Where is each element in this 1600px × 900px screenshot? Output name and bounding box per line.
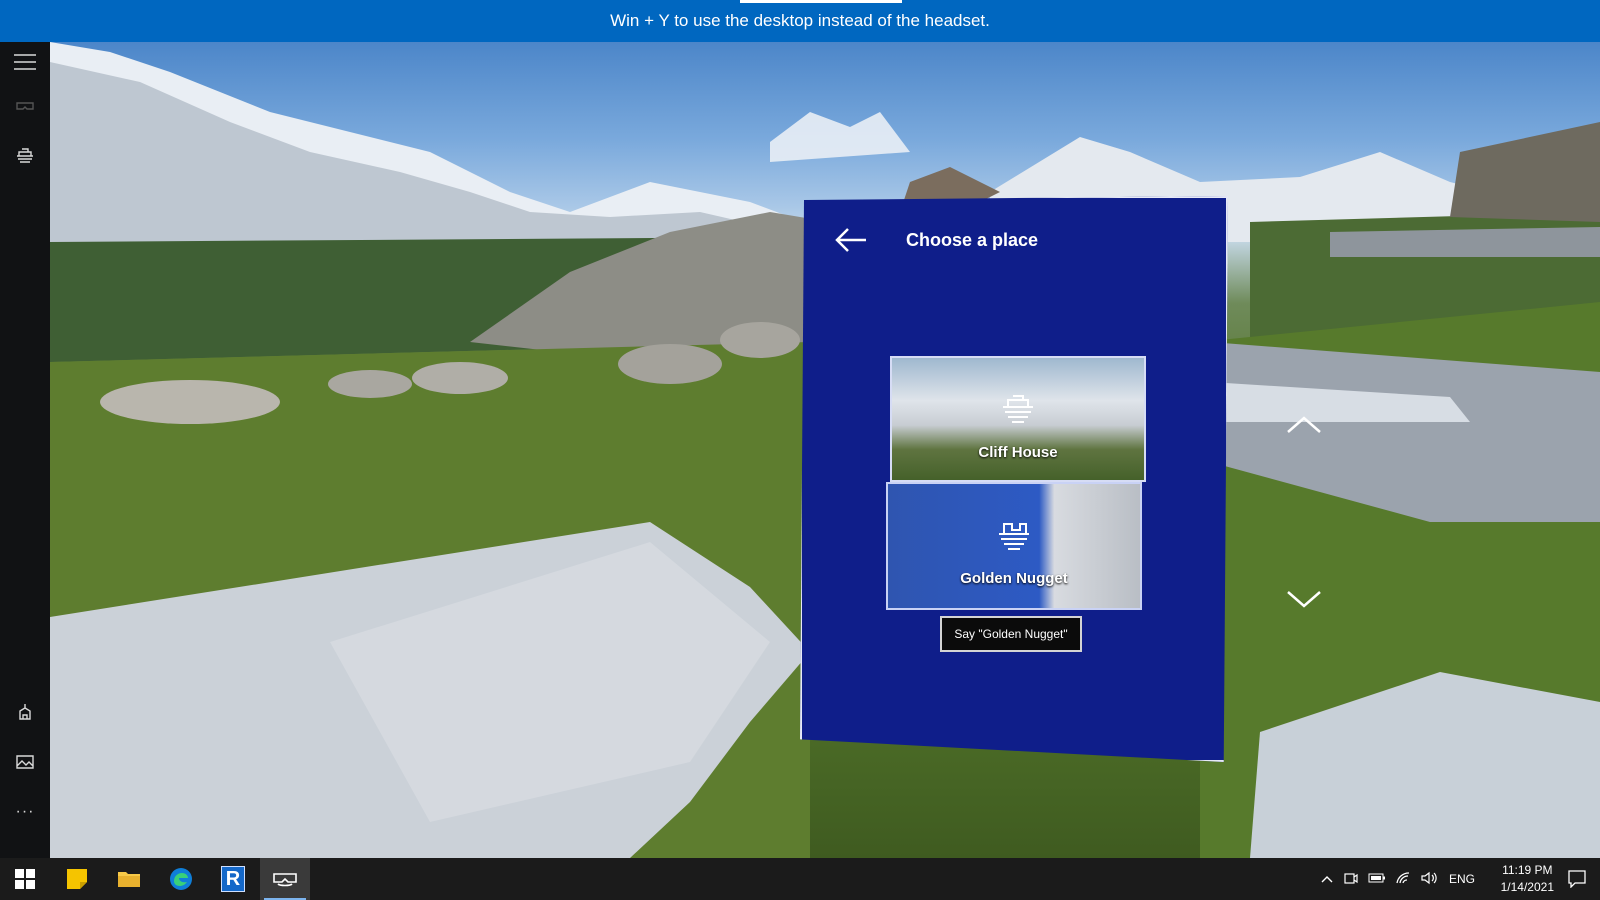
action-center-button[interactable] <box>1554 858 1600 900</box>
left-rail: ··· <box>0 42 50 858</box>
mixed-reality-portal-button[interactable] <box>260 858 310 900</box>
headset-icon <box>273 873 297 887</box>
back-button[interactable] <box>832 226 872 254</box>
scroll-up-button[interactable] <box>1284 412 1324 438</box>
revit-icon: R <box>221 866 245 892</box>
photo-icon <box>16 755 34 769</box>
windows-icon <box>15 869 35 889</box>
menu-button[interactable] <box>0 42 50 82</box>
chevron-up-icon <box>1287 416 1321 433</box>
banner-progress-bar <box>740 0 902 3</box>
headset-icon <box>16 102 34 110</box>
clock[interactable]: 11:19 PM 1/14/2021 <box>1501 862 1554 896</box>
golden-nugget-icon <box>999 523 1029 550</box>
place-card-golden-nugget[interactable]: Golden Nugget <box>886 482 1142 610</box>
edge-button[interactable] <box>156 858 206 900</box>
clock-time: 11:19 PM <box>1502 863 1553 877</box>
panel-title: Choose a place <box>906 230 1039 250</box>
back-arrow-icon <box>835 228 866 252</box>
chevron-up-icon <box>1321 876 1333 883</box>
more-icon: ··· <box>15 803 35 820</box>
scroll-down-button[interactable] <box>1284 586 1324 612</box>
wifi-icon <box>1396 871 1410 883</box>
headset-button[interactable] <box>0 86 50 126</box>
places-button[interactable] <box>0 136 50 176</box>
battery-icon <box>1368 873 1385 883</box>
notification-banner: Win + Y to use the desktop instead of th… <box>0 0 1600 42</box>
notification-icon <box>1568 870 1586 888</box>
choose-place-panel: Choose a place Cliff House Golden Nugget… <box>800 196 1228 762</box>
language-indicator[interactable]: ENG <box>1442 872 1482 886</box>
folder-icon <box>118 872 140 887</box>
voice-hint: Say "Golden Nugget" <box>940 616 1082 652</box>
mr-status[interactable] <box>1338 871 1364 888</box>
network[interactable] <box>1390 871 1416 888</box>
sticky-notes-button[interactable] <box>52 858 102 900</box>
place-card-cliff-house[interactable]: Cliff House <box>890 356 1146 482</box>
system-tray: ENG <box>1316 858 1482 900</box>
file-explorer-button[interactable] <box>104 858 154 900</box>
start-button[interactable] <box>0 858 50 900</box>
cliff-house-icon <box>17 148 33 163</box>
sticky-notes-icon <box>67 869 87 889</box>
device-icon <box>1344 872 1358 884</box>
menu-icon <box>14 54 36 70</box>
speaker-icon <box>1421 871 1437 884</box>
vr-scene: Choose a place Cliff House Golden Nugget… <box>50 42 1600 858</box>
chevron-down-icon <box>1287 591 1321 608</box>
taskbar: R ENG 11:19 PM 1/14/2021 <box>0 858 1600 900</box>
battery[interactable] <box>1364 872 1390 886</box>
clock-date: 1/14/2021 <box>1500 880 1554 894</box>
home-pin-button[interactable] <box>0 692 50 732</box>
home-pin-icon <box>19 704 31 720</box>
volume[interactable] <box>1416 871 1442 888</box>
show-hidden-icons[interactable] <box>1316 872 1338 886</box>
cliff-house-icon <box>1003 395 1033 423</box>
more-button[interactable]: ··· <box>0 792 50 832</box>
edge-icon <box>170 868 192 890</box>
revit-button[interactable]: R <box>208 858 258 900</box>
place-label: Golden Nugget <box>960 570 1068 587</box>
banner-text: Win + Y to use the desktop instead of th… <box>610 11 990 30</box>
place-label: Cliff House <box>978 444 1058 461</box>
photo-button[interactable] <box>0 742 50 782</box>
